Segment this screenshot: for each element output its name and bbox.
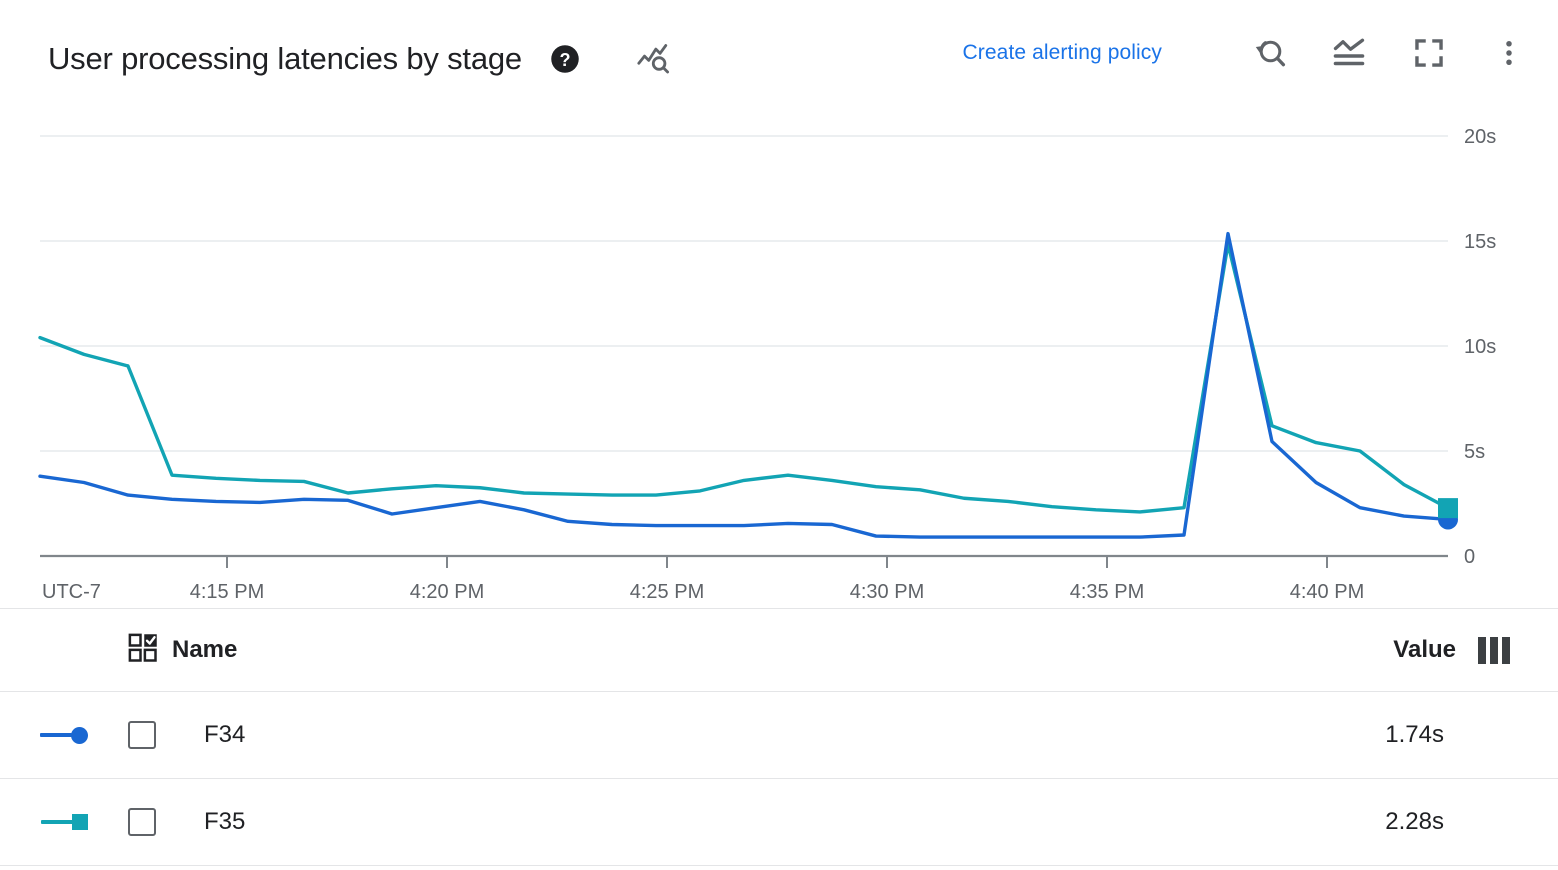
series-swatch-f34[interactable] bbox=[0, 727, 128, 744]
legend-header-row: Name Value bbox=[0, 609, 1558, 692]
svg-text:?: ? bbox=[559, 50, 570, 70]
chart-mode-icon[interactable] bbox=[1328, 32, 1370, 74]
create-alerting-policy-link[interactable]: Create alerting policy bbox=[963, 41, 1162, 65]
square-marker-icon bbox=[72, 814, 88, 830]
y-axis-tick-label: 0 bbox=[1464, 546, 1475, 568]
checkbox-icon[interactable] bbox=[128, 721, 156, 749]
legend-table: Name Value F34 1.74s bbox=[0, 608, 1558, 866]
chart-plot-area[interactable]: 0 5s 10s 15s 20s 4:15 PM 4:20 PM 4:25 PM 4:30 PM… bbox=[0, 118, 1558, 608]
reset-zoom-icon[interactable] bbox=[1248, 32, 1290, 74]
select-all-checkbox-icon[interactable] bbox=[128, 633, 158, 668]
swatch-line-square bbox=[41, 814, 88, 830]
series-name-f35: F35 bbox=[178, 808, 1284, 836]
header-actions: Create alerting policy bbox=[963, 32, 1530, 74]
series-line-f34 bbox=[40, 234, 1448, 537]
latency-line-chart[interactable]: 0 5s 10s 15s 20s 4:15 PM 4:20 PM 4:25 PM 4:30 PM… bbox=[0, 118, 1558, 608]
circle-marker-icon bbox=[71, 727, 88, 744]
x-axis-tick-label: 4:20 PM bbox=[410, 581, 484, 603]
fullscreen-icon[interactable] bbox=[1408, 32, 1450, 74]
x-axis-tick-label: 4:15 PM bbox=[190, 581, 264, 603]
more-options-icon[interactable] bbox=[1488, 32, 1530, 74]
table-row[interactable]: F34 1.74s bbox=[0, 692, 1558, 779]
title-block: User processing latencies by stage ? bbox=[48, 40, 670, 78]
series-value-f34: 1.74s bbox=[1284, 721, 1558, 749]
series-line-f35 bbox=[40, 244, 1448, 512]
swatch-line-circle bbox=[40, 727, 88, 744]
series-value-f35: 2.28s bbox=[1284, 808, 1558, 836]
swatch-line bbox=[41, 820, 73, 824]
page-title: User processing latencies by stage bbox=[48, 40, 522, 78]
y-axis-tick-label: 20s bbox=[1464, 126, 1496, 148]
metrics-explorer-icon[interactable] bbox=[636, 42, 670, 76]
column-settings-icon[interactable] bbox=[1478, 637, 1510, 664]
row-checkbox-f34[interactable] bbox=[128, 721, 178, 749]
chart-header: User processing latencies by stage ? Cre… bbox=[0, 0, 1558, 118]
y-axis-tick-label: 5s bbox=[1464, 441, 1485, 463]
series-swatch-f35[interactable] bbox=[0, 814, 128, 830]
legend-value-column-header: Value bbox=[1393, 636, 1510, 664]
help-circle-icon[interactable]: ? bbox=[550, 44, 580, 74]
table-row[interactable]: F35 2.28s bbox=[0, 779, 1558, 866]
y-axis-tick-label: 10s bbox=[1464, 336, 1496, 358]
x-axis-tick-label: 4:35 PM bbox=[1070, 581, 1144, 603]
x-axis-tick-label: 4:30 PM bbox=[850, 581, 924, 603]
series-name-f34: F34 bbox=[178, 721, 1284, 749]
timezone-label: UTC-7 bbox=[42, 581, 101, 603]
x-axis-tick-label: 4:40 PM bbox=[1290, 581, 1364, 603]
y-axis-tick-label: 15s bbox=[1464, 231, 1496, 253]
x-axis-tick-label: 4:25 PM bbox=[630, 581, 704, 603]
checkbox-icon[interactable] bbox=[128, 808, 156, 836]
row-checkbox-f35[interactable] bbox=[128, 808, 178, 836]
legend-name-column-header: Name bbox=[0, 633, 1393, 668]
legend-value-header-label: Value bbox=[1393, 636, 1456, 664]
legend-name-header-label: Name bbox=[172, 636, 237, 664]
end-marker-f35 bbox=[1438, 498, 1458, 518]
swatch-line bbox=[40, 733, 72, 737]
